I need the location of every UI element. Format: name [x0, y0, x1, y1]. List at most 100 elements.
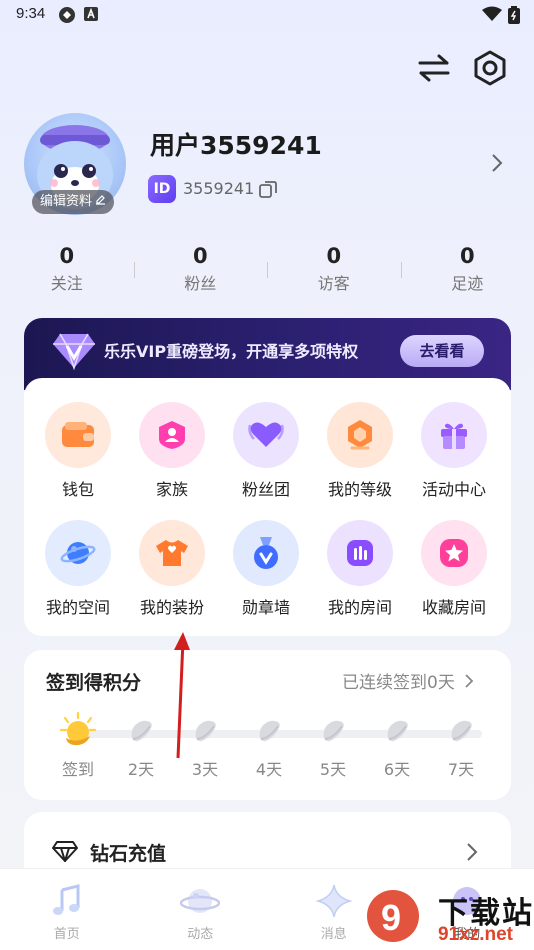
planet-icon [45, 520, 111, 586]
checkin-day-1[interactable]: 签到 [52, 710, 104, 780]
checkin-day-label: 6天 [383, 760, 411, 779]
status-time: 9:34 [16, 5, 46, 22]
feature-label: 我的装扮 [139, 598, 204, 617]
chevron-right-icon [466, 842, 478, 866]
music-note-icon [45, 879, 89, 923]
feature-label: 钱包 [61, 480, 94, 499]
checkin-status-link[interactable]: 已连续签到0天 [342, 668, 474, 694]
feature-label: 活动中心 [421, 480, 486, 499]
feature-medal-wall[interactable]: 勋章墙 [226, 520, 306, 618]
stat-value: 0 [326, 244, 342, 268]
medal-icon [233, 520, 299, 586]
vip-diamond-icon [52, 330, 96, 374]
checkin-card: 签到得积分 已连续签到0天 签到 2天 3天 4天 5天 6天 7天 [24, 650, 511, 800]
feature-family[interactable]: 家族 [132, 402, 212, 500]
moon-icon [318, 720, 348, 750]
id-badge: ID [148, 175, 176, 203]
stat-label: 访客 [317, 274, 350, 293]
room-icon [327, 520, 393, 586]
tab-label: 动态 [187, 927, 214, 942]
feature-my-outfit[interactable]: 我的装扮 [132, 520, 212, 618]
profile-detail-button[interactable] [490, 152, 504, 178]
stat-label: 关注 [50, 274, 83, 293]
switch-account-button[interactable] [414, 50, 454, 90]
tab-feed[interactable]: 动态 [134, 869, 268, 950]
checkin-day-7[interactable]: 7天 [435, 716, 487, 780]
moon-icon [382, 720, 412, 750]
settings-icon [471, 49, 509, 91]
watermark-badge: 9 [381, 897, 401, 938]
sparkle-icon [312, 879, 356, 923]
star-icon [421, 520, 487, 586]
heart-icon [233, 402, 299, 468]
feature-label: 我的空间 [45, 598, 110, 617]
status-app-icon [58, 6, 76, 28]
wallet-icon [45, 402, 111, 468]
chevron-right-icon [464, 673, 474, 694]
feature-activity-center[interactable]: 活动中心 [414, 402, 494, 500]
watermark-url: 91xz.net [438, 924, 513, 945]
status-a-icon [84, 6, 98, 26]
checkin-day-2[interactable]: 2天 [115, 716, 167, 780]
planet-tab-icon [178, 879, 222, 923]
checkin-day-label: 4天 [255, 760, 283, 779]
gift-icon [421, 402, 487, 468]
checkin-status: 已连续签到0天 [342, 673, 455, 693]
checkin-day-label: 5天 [319, 760, 347, 779]
copy-icon [258, 181, 278, 203]
feature-label: 我的房间 [327, 598, 392, 617]
feature-wallet[interactable]: 钱包 [38, 402, 118, 500]
stats-row: 0 关注 0 粉丝 0 访客 0 足迹 [0, 242, 534, 302]
level-icon [327, 402, 393, 468]
user-id: 3559241 [183, 179, 255, 198]
battery-icon [508, 6, 520, 28]
copy-id-button[interactable] [258, 179, 278, 203]
moon-icon [446, 720, 476, 750]
stat-value: 0 [459, 244, 475, 268]
moon-icon [126, 720, 156, 750]
edit-profile-button[interactable]: 编辑资料 [32, 190, 115, 214]
edit-profile-label: 编辑资料 [40, 194, 93, 209]
swap-icon [417, 53, 451, 87]
tab-label: 首页 [53, 927, 80, 942]
diamond-icon [52, 840, 78, 866]
checkin-day-label: 7天 [447, 760, 475, 779]
family-icon [139, 402, 205, 468]
recharge-label: 钻石充值 [90, 843, 167, 865]
feature-my-room[interactable]: 我的房间 [320, 520, 400, 618]
feature-my-space[interactable]: 我的空间 [38, 520, 118, 618]
checkin-day-label: 签到 [61, 760, 94, 779]
vip-banner-text: 乐乐VIP重磅登场，开通享多项特权 [104, 342, 359, 361]
status-bar: 9:34 [0, 0, 534, 30]
feature-label: 粉丝团 [241, 480, 290, 499]
checkin-title: 签到得积分 [46, 672, 142, 694]
checkin-day-6[interactable]: 6天 [371, 716, 423, 780]
wifi-icon [482, 6, 502, 26]
checkin-day-5[interactable]: 5天 [307, 716, 359, 780]
pencil-icon [95, 190, 106, 214]
feature-fan-club[interactable]: 粉丝团 [226, 402, 306, 500]
stat-footprints[interactable]: 0 足迹 [400, 242, 534, 302]
stat-value: 0 [59, 244, 75, 268]
feature-my-level[interactable]: 我的等级 [320, 402, 400, 500]
settings-button[interactable] [470, 50, 510, 90]
username: 用户3559241 [150, 131, 322, 160]
stat-label: 粉丝 [184, 274, 217, 293]
annotation-arrow [168, 628, 196, 764]
stat-value: 0 [192, 244, 208, 268]
moon-icon [254, 720, 284, 750]
sun-moon-icon [56, 711, 100, 754]
checkin-day-4[interactable]: 4天 [243, 716, 295, 780]
tab-home[interactable]: 首页 [0, 869, 134, 950]
feature-label: 收藏房间 [421, 598, 486, 617]
stat-following[interactable]: 0 关注 [0, 242, 134, 302]
feature-favorite-rooms[interactable]: 收藏房间 [414, 520, 494, 618]
chevron-right-icon [490, 154, 504, 178]
feature-label: 我的等级 [327, 480, 392, 499]
vip-go-button[interactable]: 去看看 [400, 335, 484, 367]
stat-fans[interactable]: 0 粉丝 [133, 242, 268, 302]
checkin-day-label: 2天 [127, 760, 155, 779]
feature-grid: 钱包 家族 粉丝团 我的等级 活动中心 我的空间 我的装扮 勋章墙 我的房间 收… [24, 378, 511, 636]
stat-label: 足迹 [451, 274, 484, 293]
stat-visitors[interactable]: 0 访客 [267, 242, 401, 302]
